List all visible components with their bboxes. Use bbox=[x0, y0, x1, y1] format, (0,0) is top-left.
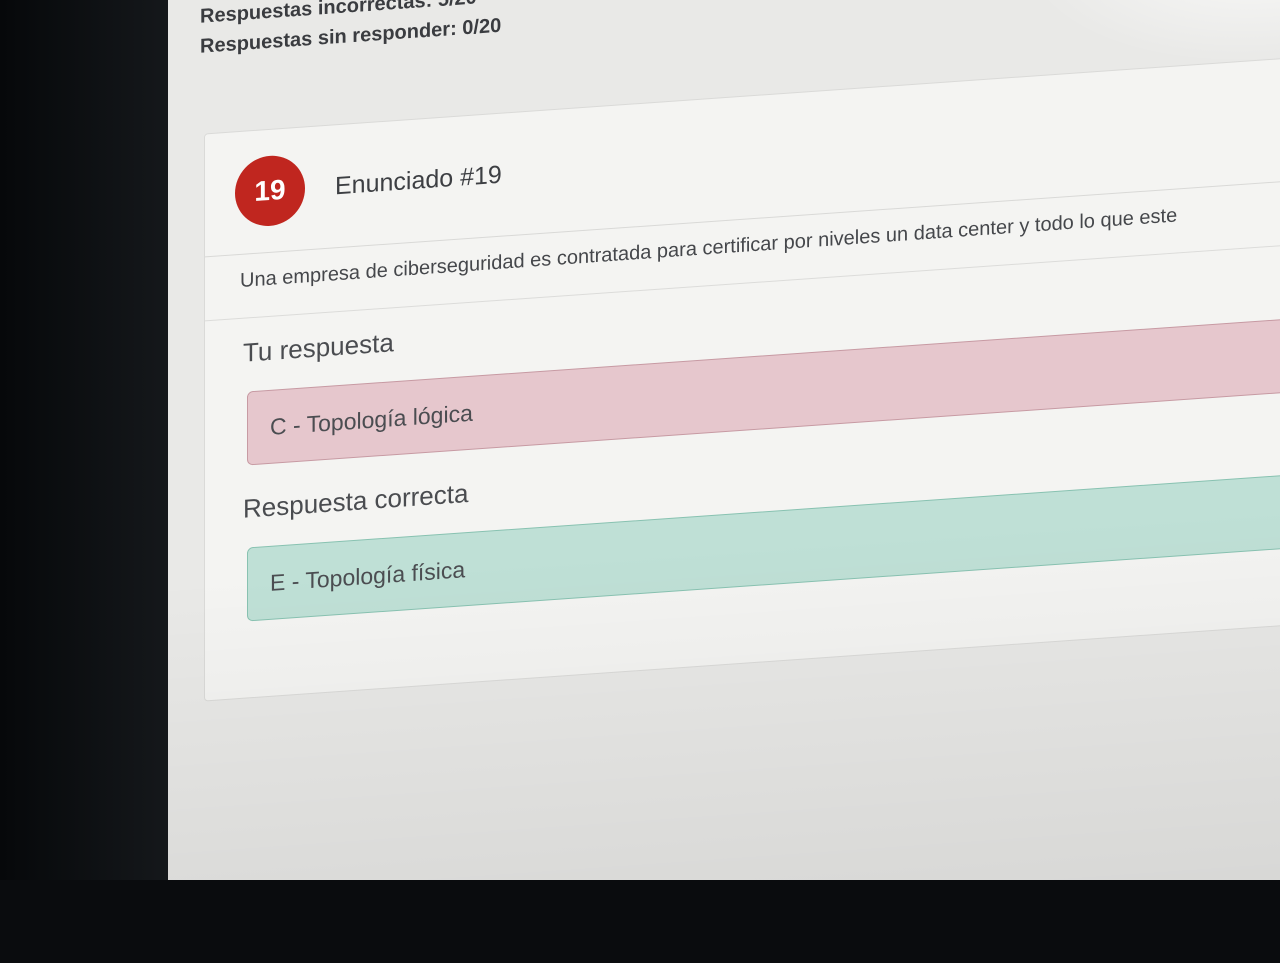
question-number-badge: 19 bbox=[235, 153, 305, 229]
results-summary: Respuestas incorrectas: 5/20 Respuestas … bbox=[200, 0, 501, 62]
your-answer-label: Tu respuesta bbox=[243, 327, 394, 368]
question-title: Enunciado #19 bbox=[335, 160, 502, 200]
screen: Respuestas incorrectas: 5/20 Respuestas … bbox=[168, 0, 1280, 961]
monitor-bezel-bottom bbox=[0, 880, 1280, 963]
correct-answer-label: Respuesta correcta bbox=[243, 477, 469, 524]
question-header: 19 Enunciado #19 bbox=[235, 140, 502, 229]
your-answer-text: C - Topología lógica bbox=[270, 399, 473, 440]
your-answer-box: C - Topología lógica bbox=[247, 314, 1280, 466]
correct-answer-text: E - Topología física bbox=[270, 555, 466, 596]
monitor-bezel-left bbox=[0, 0, 170, 963]
question-card: 19 Enunciado #19 Una empresa de ciberseg… bbox=[204, 53, 1280, 702]
